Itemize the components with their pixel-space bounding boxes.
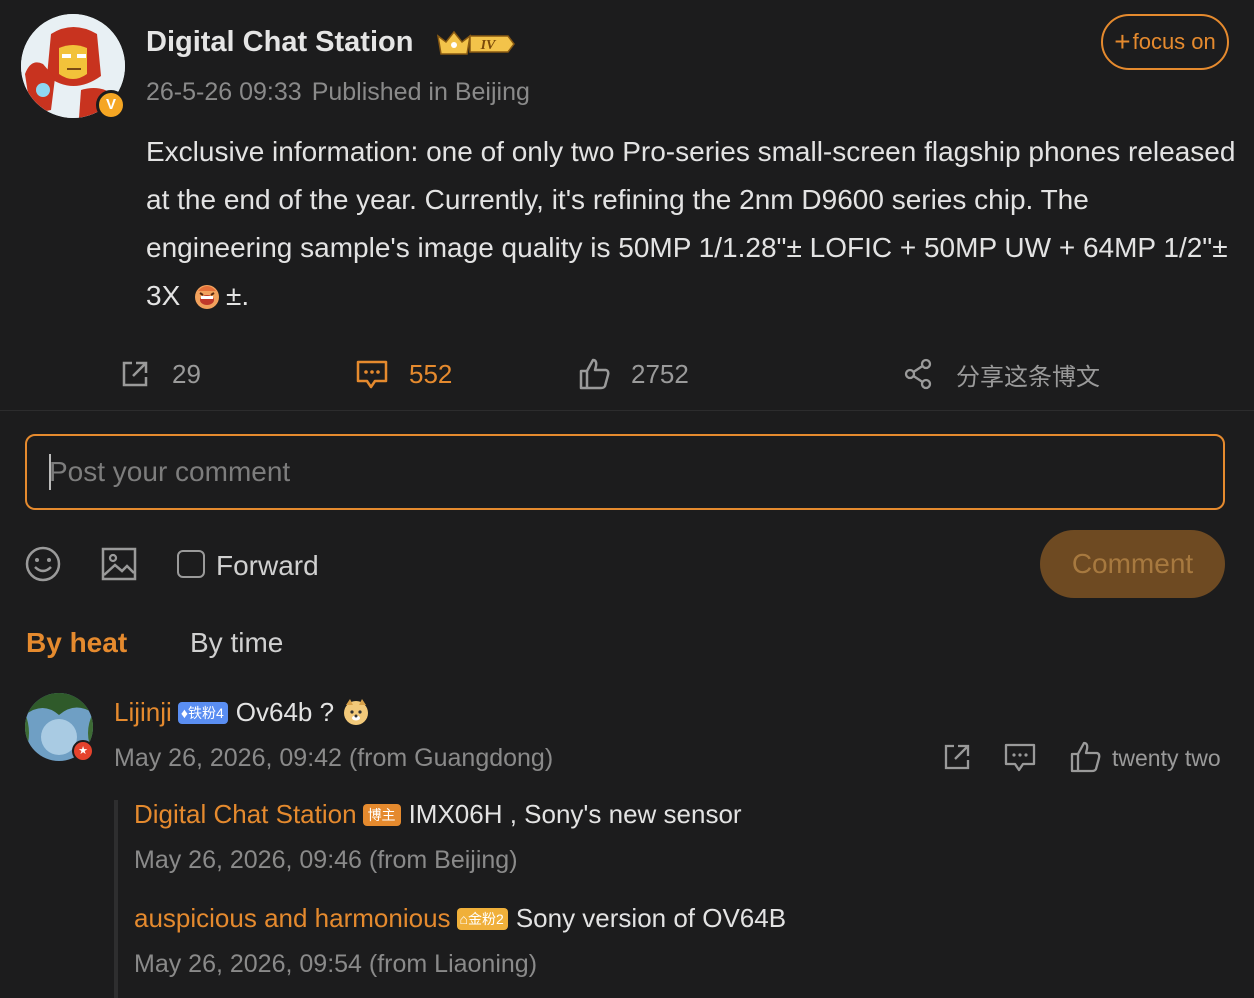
comment-input[interactable]: [25, 434, 1225, 510]
tab-by-heat[interactable]: By heat: [26, 627, 127, 659]
fan-level-badge-text: 金粉2: [468, 911, 504, 927]
text-caret: [49, 454, 51, 490]
home-icon: ⌂: [459, 911, 469, 927]
forward-checkbox-label[interactable]: Forward: [216, 550, 319, 582]
comment-count: 552: [409, 358, 453, 389]
image-upload-icon[interactable]: [100, 545, 138, 583]
reply-author-name[interactable]: Digital Chat Station: [134, 799, 357, 829]
share-action[interactable]: 分享这条博文: [902, 355, 1100, 393]
comment-submit-button[interactable]: Comment: [1040, 530, 1225, 598]
comment-timestamp: May 26, 2026, 09:42 (from Guangdong): [114, 744, 554, 772]
verified-badge: V: [96, 90, 126, 120]
follow-button[interactable]: + focus on: [1101, 14, 1229, 70]
follow-label: focus on: [1132, 29, 1216, 54]
fan-level-badge-text: 铁粉4: [187, 705, 224, 721]
doge-emoji-icon: [344, 699, 369, 725]
like-count: 2752: [631, 358, 689, 389]
fan-level-badge: ♦ 铁粉4: [177, 702, 228, 724]
reply-row: auspicious and harmonious ⌂ 金粉2 Sony versio…: [134, 903, 786, 934]
blogger-badge: 博主: [362, 804, 401, 826]
comment-text: Ov64b ?: [235, 697, 335, 727]
plus-icon: +: [1114, 26, 1131, 57]
reply-timestamp: May 26, 2026, 09:54 (from Liaoning): [134, 950, 538, 978]
fan-level-badge: ⌂ 金粉2: [456, 908, 508, 930]
reply-thread-bar: [114, 800, 118, 998]
forward-checkbox[interactable]: [177, 550, 205, 578]
comment-like-icon[interactable]: [1068, 740, 1102, 774]
section-divider: [0, 410, 1254, 411]
comment-reply-icon[interactable]: [1003, 740, 1037, 774]
comment-author-row: Lijinji ♦ 铁粉4 Ov64b ?: [114, 697, 371, 728]
reply-timestamp: May 26, 2026, 09:46 (from Beijing): [134, 846, 518, 874]
like-action[interactable]: 2752: [577, 355, 689, 393]
reply-row: Digital Chat Station 博主 IMX06H , Sony's ne…: [134, 799, 742, 830]
comment-forward-icon[interactable]: [940, 740, 974, 774]
comment-action[interactable]: 552: [355, 355, 452, 393]
forward-action[interactable]: 29: [118, 355, 201, 393]
post-date: 26-5-26 09:33: [146, 78, 302, 106]
diamond-icon: ♦: [180, 705, 188, 721]
post-location: Published in Beijing: [311, 78, 530, 106]
share-icon: [904, 358, 932, 390]
laughing-face-emoji-icon: [195, 285, 220, 309]
comment-author-name[interactable]: Lijinji: [114, 697, 172, 727]
comment-like-count[interactable]: twenty two: [1112, 745, 1221, 772]
reply-text: IMX06H , Sony's new sensor: [408, 799, 742, 829]
level-badge-text: IV: [480, 38, 497, 53]
forward-icon: [122, 361, 148, 387]
post-text-part1: Exclusive information: one of only two P…: [146, 136, 1236, 311]
share-label: 分享这条博文: [956, 362, 1100, 391]
emoji-picker-icon[interactable]: [24, 545, 62, 583]
post-body: Exclusive information: one of only two P…: [146, 128, 1236, 320]
crown-level-badge-icon: IV: [436, 30, 515, 55]
thumbs-up-icon: [579, 358, 610, 390]
post-author-name[interactable]: Digital Chat Station: [146, 26, 413, 59]
reply-author-name[interactable]: auspicious and harmonious: [134, 903, 451, 933]
forward-count: 29: [172, 358, 201, 389]
comment-icon: [356, 360, 388, 389]
post-meta: 26-5-26 09:33 Published in Beijing: [146, 78, 530, 107]
tab-by-time[interactable]: By time: [190, 627, 283, 659]
reply-text: Sony version of OV64B: [515, 903, 787, 933]
post-text-part2: ±.: [226, 280, 250, 311]
user-level-badge-icon: ★: [72, 740, 94, 762]
